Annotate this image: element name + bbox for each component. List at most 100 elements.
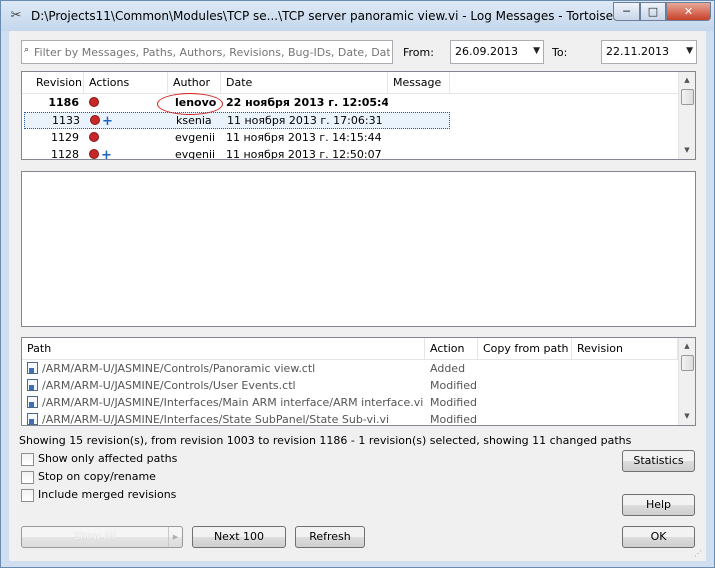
path-row[interactable]: /ARM/ARM-U/JASMINE/Interfaces/Main ARM i… [22,394,678,411]
changed-paths-list[interactable]: Path Action Copy from path Revision /ARM… [21,337,696,426]
affected-paths-checkbox[interactable] [21,453,34,466]
column-action[interactable]: Action [425,338,478,360]
scroll-down-icon[interactable]: ▼ [679,408,695,425]
message-pane[interactable] [21,171,696,327]
maximize-button[interactable]: □ [640,2,666,21]
column-actions[interactable]: Actions [84,72,168,94]
stop-on-copy-label[interactable]: Stop on copy/rename [38,470,156,483]
status-text: Showing 15 revision(s), from revision 10… [19,434,632,447]
column-path-revision[interactable]: Revision [572,338,678,360]
scroll-up-icon[interactable]: ▲ [679,72,695,89]
column-revision[interactable]: Revision [22,72,84,94]
revision-author: evgenii [175,131,216,144]
include-merged-checkbox[interactable] [21,489,34,502]
splitter-bottom[interactable] [21,328,696,332]
title-bar[interactable]: ✂ D:\Projects11\Common\Modules\TCP se...… [1,1,714,31]
path-cell: /ARM/ARM-U/JASMINE/Controls/User Events.… [22,377,425,394]
scroll-thumb[interactable] [681,355,694,371]
path-action: Modified [430,396,477,409]
revision-row[interactable]: 1129 evgenii 11 ноября 2013 г. 14:15:44 [22,129,678,146]
chevron-down-icon[interactable]: ▼ [533,46,540,56]
column-message[interactable]: Message [388,72,450,94]
path-text: /ARM/ARM-U/JASMINE/Controls/Panoramic vi… [42,362,316,375]
filter-input[interactable] [34,43,390,61]
splitter-top[interactable] [21,161,696,165]
revision-list[interactable]: Revision Actions Author Date Message 118… [21,71,696,160]
revision-date: 11 ноября 2013 г. 12:50:07 [226,148,382,160]
path-revision [572,394,678,411]
revision-message [388,94,450,111]
show-all-label: Show All [73,531,117,542]
resize-grip-icon[interactable]: ⋰ [694,549,704,559]
path-copy-from [478,394,572,411]
revision-number: 1186 [48,96,79,109]
column-date[interactable]: Date [221,72,388,94]
revision-author: evgenii [175,148,216,160]
revision-message [388,129,450,146]
from-date-picker[interactable]: 26.09.2013 ▼ [450,40,544,64]
path-cell: /ARM/ARM-U/JASMINE/Interfaces/Main ARM i… [22,394,425,411]
file-icon [27,379,38,391]
revision-row-selected[interactable]: 1133 + ksenia 11 ноября 2013 г. 17:06:31 [24,112,450,129]
scroll-down-icon[interactable]: ▼ [679,142,695,159]
path-revision [572,411,678,425]
from-date-value: 26.09.2013 [455,45,518,58]
scroll-thumb[interactable] [681,89,694,105]
filter-box[interactable]: ⌕ [21,40,393,64]
path-row[interactable]: /ARM/ARM-U/JASMINE/Interfaces/State SubP… [22,411,678,426]
revision-actions: + [84,146,168,159]
path-copy-from [478,377,572,394]
column-author[interactable]: Author [168,72,221,94]
close-button[interactable]: ✕ [666,2,711,21]
revision-message [388,146,450,159]
ok-button[interactable]: OK [622,526,695,548]
to-date-value: 22.11.2013 [606,45,669,58]
author-annotation-circle [157,93,223,115]
window-title: D:\Projects11\Common\Modules\TCP se...\T… [31,9,638,23]
dialog-client-area: ⌕ From: 26.09.2013 ▼ To: 22.11.2013 ▼ Re… [9,31,706,561]
path-text: /ARM/ARM-U/JASMINE/Controls/User Events.… [42,379,296,392]
path-action: Modified [430,379,477,392]
to-date-picker[interactable]: 22.11.2013 ▼ [601,40,697,64]
modified-icon [89,132,99,142]
path-row[interactable]: /ARM/ARM-U/JASMINE/Controls/User Events.… [22,377,678,394]
column-copy-from-path[interactable]: Copy from path [478,338,572,360]
from-label: From: [403,46,434,59]
file-icon [27,396,38,408]
log-messages-window: ✂ D:\Projects11\Common\Modules\TCP se...… [0,0,715,568]
path-row[interactable]: /ARM/ARM-U/JASMINE/Controls/Panoramic vi… [22,360,678,377]
revision-actions [84,129,168,146]
changed-paths-scrollbar[interactable]: ▲ ▼ [678,338,695,425]
revision-row[interactable]: 1186 lenovo 22 ноября 2013 г. 12:05:49 [22,94,678,111]
refresh-button[interactable]: Refresh [295,526,365,548]
path-text: /ARM/ARM-U/JASMINE/Interfaces/State SubP… [42,413,390,426]
to-label: To: [552,46,568,59]
tortoisesvn-app-icon[interactable]: ✂ [8,8,24,24]
path-action: Modified [430,413,477,426]
revision-list-scrollbar[interactable]: ▲ ▼ [678,72,695,159]
revision-number: 1128 [51,148,79,160]
chevron-right-icon[interactable]: ▶ [168,527,182,547]
path-cell: /ARM/ARM-U/JASMINE/Controls/Panoramic vi… [22,360,425,377]
statistics-button[interactable]: Statistics [622,450,695,472]
chevron-down-icon[interactable]: ▼ [686,46,693,56]
include-merged-label[interactable]: Include merged revisions [38,488,176,501]
revision-number: 1133 [52,114,80,127]
show-all-button[interactable]: Show All ▶ [21,526,183,548]
revision-actions [84,94,168,111]
changed-paths-header: Path Action Copy from path Revision [22,338,678,360]
help-button[interactable]: Help [622,494,695,516]
column-path[interactable]: Path [22,338,425,360]
minimize-button[interactable]: ─ [613,2,640,21]
filter-search-icon[interactable]: ⌕ [24,45,34,55]
stop-on-copy-checkbox[interactable] [21,471,34,484]
scroll-up-icon[interactable]: ▲ [679,338,695,355]
affected-paths-label[interactable]: Show only affected paths [38,452,177,465]
next-100-button[interactable]: Next 100 [192,526,286,548]
file-icon [27,362,38,374]
path-copy-from [478,411,572,425]
revision-message [389,112,449,129]
revision-row[interactable]: 1128 + evgenii 11 ноября 2013 г. 12:50:0… [22,146,678,160]
path-cell: /ARM/ARM-U/JASMINE/Interfaces/State SubP… [22,411,425,426]
path-revision [572,360,678,377]
